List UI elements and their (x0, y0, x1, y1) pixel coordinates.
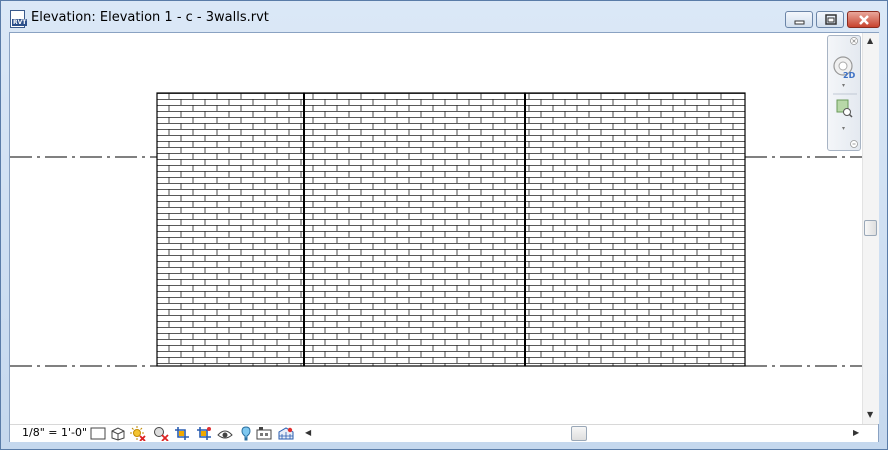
horizontal-scroll-thumb[interactable] (571, 426, 587, 441)
navigation-bar-controls: 2D (833, 37, 858, 148)
temporary-hide-isolate-icon[interactable] (217, 426, 233, 441)
elevation-drawing (10, 92, 862, 367)
revit-view-window: RVT Elevation: Elevation 1 - c - 3walls.… (0, 0, 888, 450)
show-crop-region-icon[interactable] (196, 426, 212, 441)
navigation-bar: 2D (827, 35, 861, 151)
restore-icon (825, 14, 837, 25)
nav-bar-options-icon[interactable] (850, 140, 858, 148)
scroll-left-arrow-icon[interactable]: ◀ (305, 429, 311, 437)
close-button[interactable] (847, 11, 880, 28)
nav-bar-close-icon[interactable] (850, 37, 858, 45)
wall-middle[interactable] (303, 92, 526, 367)
wall-left[interactable] (156, 92, 305, 367)
wheel-2d-badge: 2D (843, 71, 856, 80)
wheel-dropdown-chevron-icon[interactable] (842, 84, 845, 87)
minimize-button[interactable] (785, 11, 813, 28)
view-control-bar: 1/8" = 1'-0" ◀ ▶ (10, 424, 878, 442)
window-title: Elevation: Elevation 1 - c - 3walls.rvt (31, 10, 269, 25)
app-badge: RVT (12, 19, 28, 26)
close-icon (859, 15, 869, 25)
scroll-down-arrow-icon[interactable]: ▼ (867, 411, 873, 419)
revit-file-icon: RVT (10, 10, 28, 28)
analytical-model-icon[interactable] (278, 426, 294, 441)
worksharing-display-icon[interactable] (256, 426, 272, 441)
zoom-dropdown-chevron-icon[interactable] (842, 127, 845, 130)
scroll-up-arrow-icon[interactable]: ▲ (867, 37, 873, 45)
reveal-hidden-elements-icon[interactable] (238, 426, 254, 441)
vertical-scrollbar[interactable]: ▲ ▼ (862, 33, 879, 424)
vertical-scroll-thumb[interactable] (864, 220, 877, 236)
sun-path-icon[interactable] (130, 426, 146, 441)
visual-style-icon[interactable] (110, 426, 126, 441)
zoom-region-icon[interactable] (836, 99, 853, 118)
shadows-icon[interactable] (153, 426, 169, 441)
crop-view-icon[interactable] (174, 426, 190, 441)
horizontal-scrollbar[interactable]: ◀ ▶ (305, 426, 865, 441)
detail-level-icon[interactable] (90, 426, 106, 441)
wall-right[interactable] (524, 92, 746, 367)
view-canvas-frame: 2D ▲ ▼ 1/8" = 1'-0" ◀ ▶ (9, 32, 879, 442)
restore-button[interactable] (816, 11, 844, 28)
title-bar[interactable]: RVT Elevation: Elevation 1 - c - 3walls.… (1, 1, 887, 33)
drawing-area[interactable]: 2D (10, 33, 862, 424)
view-scale[interactable]: 1/8" = 1'-0" (22, 426, 87, 439)
scroll-right-arrow-icon[interactable]: ▶ (853, 429, 859, 437)
minimize-icon (794, 20, 805, 25)
